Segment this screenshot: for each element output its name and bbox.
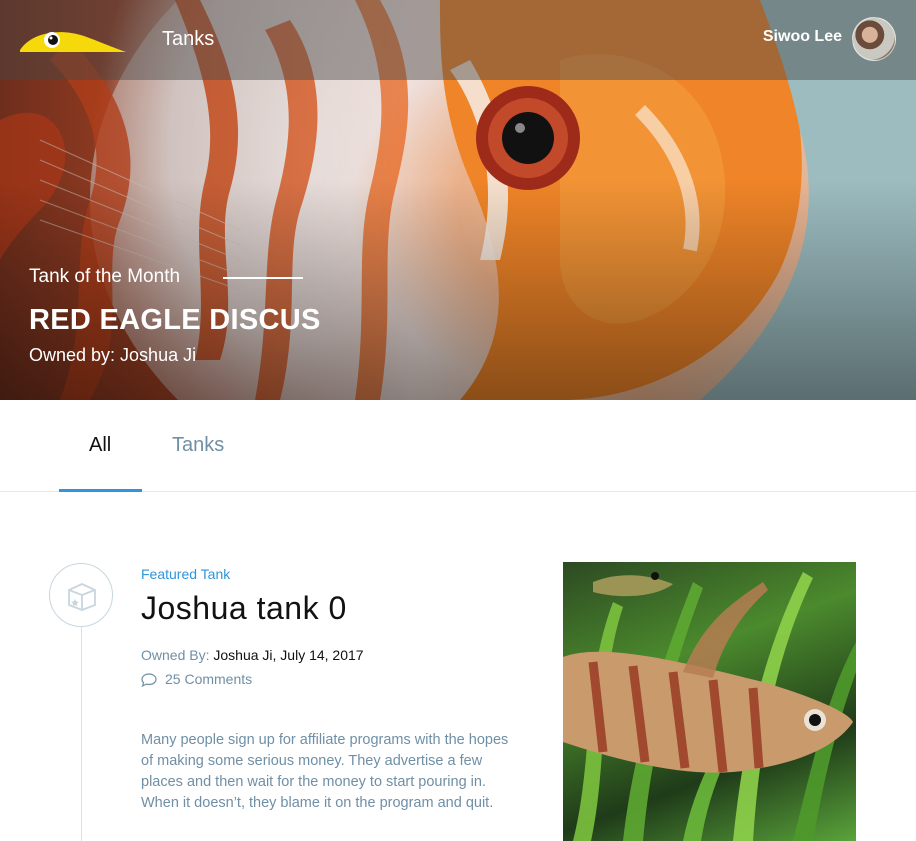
speech-bubble-icon [141,673,157,688]
filter-tabs: All Tanks [0,400,916,492]
comments-count: 25 Comments [165,671,253,687]
bird-logo-icon[interactable] [18,26,128,56]
hero-divider [223,277,303,279]
active-tab-indicator [59,489,142,492]
user-avatar[interactable] [852,17,896,61]
nav-link-tanks[interactable]: Tanks [162,28,214,51]
post-category[interactable]: Featured Tank [141,566,230,582]
box-star-icon [68,583,96,611]
hero-title[interactable]: RED EAGLE DISCUS [29,304,321,337]
post-thumbnail-angelfish[interactable] [563,562,856,841]
timeline-line [81,626,82,841]
tab-all[interactable]: All [89,434,111,457]
post-excerpt: Many people sign up for affiliate progra… [141,732,509,811]
timeline-icon-badge [49,563,113,627]
user-name[interactable]: Siwoo Lee [763,28,842,46]
hero-kicker: Tank of the Month [29,266,181,287]
top-navigation-bar: Tanks Siwoo Lee [0,0,916,80]
tab-tanks[interactable]: Tanks [172,434,224,457]
owned-by-label: Owned By: [141,647,210,663]
hero-owner: Owned by: Joshua Ji [29,345,197,365]
comments-link[interactable]: 25 Comments [141,671,253,688]
post-meta: Owned By: Joshua Ji, July 14, 2017 [141,647,364,663]
post-title[interactable]: Joshua tank 0 [141,590,347,627]
post-owner-date: Joshua Ji, July 14, 2017 [209,647,364,663]
angelfish-photo [563,572,856,841]
